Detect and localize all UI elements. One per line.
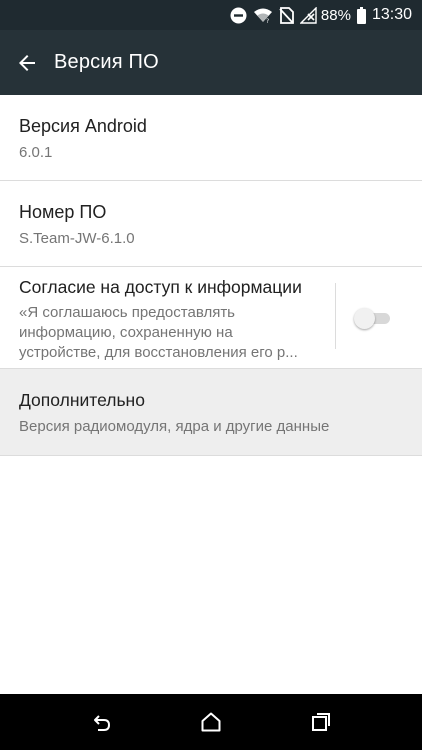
subtitle-line: информацию, сохраненную на: [19, 324, 233, 341]
list-item-android-version[interactable]: Версия Android 6.0.1: [0, 95, 422, 181]
subtitle-line: «Я соглашаюсь предоставлять: [19, 304, 235, 321]
app-bar: Версия ПО: [0, 30, 422, 95]
item-subtitle: 6.0.1: [19, 144, 53, 161]
page-title: Версия ПО: [54, 51, 159, 73]
nav-recents-button[interactable]: [301, 702, 341, 742]
item-title: Дополнительно: [19, 390, 145, 410]
list-item-advanced[interactable]: Дополнительно Версия радиомодуля, ядра и…: [0, 369, 422, 456]
nav-back-button[interactable]: [82, 702, 122, 742]
divider: [335, 283, 336, 349]
toggle-thumb: [354, 308, 375, 329]
list-item-info-consent[interactable]: Согласие на доступ к информации «Я согла…: [0, 267, 422, 369]
clock: 13:30: [371, 6, 412, 23]
svg-text:?: ?: [266, 18, 269, 24]
wifi-icon: ?: [253, 7, 273, 24]
recents-icon: [309, 710, 333, 734]
item-title: Согласие на доступ к информации: [19, 277, 302, 297]
signal-icon: [299, 6, 317, 24]
no-sim-icon: [279, 6, 294, 24]
item-subtitle: Версия радиомодуля, ядра и другие данные: [19, 418, 330, 435]
list-item-software-number[interactable]: Номер ПО S.Team-JW-6.1.0: [0, 181, 422, 267]
back-button[interactable]: [2, 38, 52, 88]
item-subtitle: «Я соглашаюсь предоставлять информацию, …: [19, 303, 324, 363]
subtitle-line: устройстве, для восстановления его р...: [19, 344, 298, 361]
back-icon: [90, 710, 114, 734]
battery-icon: [356, 6, 366, 24]
battery-percent: 88%: [320, 6, 351, 24]
arrow-back-icon: [15, 51, 39, 75]
consent-toggle[interactable]: [354, 308, 391, 329]
item-title: Версия Android: [19, 116, 147, 136]
navigation-bar: [0, 694, 422, 750]
do-not-disturb-icon: [230, 7, 247, 24]
home-icon: [199, 710, 223, 734]
item-title: Номер ПО: [19, 202, 107, 222]
nav-home-button[interactable]: [191, 702, 231, 742]
settings-list: Версия Android 6.0.1 Номер ПО S.Team-JW-…: [0, 95, 422, 456]
item-subtitle: S.Team-JW-6.1.0: [19, 230, 135, 247]
status-bar: ? 88% 13:30: [0, 0, 422, 30]
